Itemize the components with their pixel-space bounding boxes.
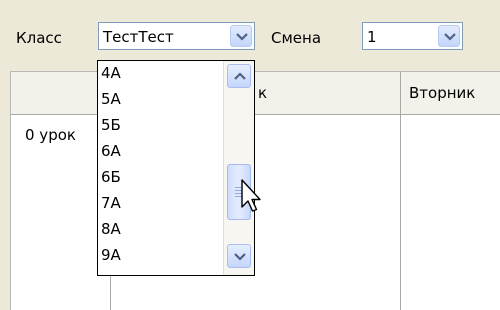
shift-label: Смена <box>271 29 322 47</box>
column-header-tuesday[interactable]: Вторник <box>409 84 475 102</box>
list-item[interactable]: 5А <box>101 90 219 108</box>
list-item[interactable]: 9А <box>101 246 219 264</box>
column-header-monday[interactable]: к <box>258 84 267 102</box>
scroll-up-button[interactable] <box>227 64 251 88</box>
chevron-down-icon <box>234 253 246 261</box>
class-select[interactable]: ТестТест <box>98 22 255 50</box>
list-item[interactable]: 5Б <box>101 116 219 134</box>
chevron-up-icon <box>234 72 246 80</box>
chevron-down-icon <box>236 33 248 41</box>
shift-select-dropdown-button[interactable] <box>438 25 460 47</box>
class-dropdown-list[interactable]: 4А 5А 5Б 6А 6Б 7А 8А 9А <box>97 60 255 276</box>
chevron-down-icon <box>444 33 456 41</box>
class-label: Класс <box>16 29 62 47</box>
mouse-pointer-icon <box>241 179 261 212</box>
grid-column-divider <box>400 72 401 310</box>
shift-select-value: 1 <box>367 28 377 46</box>
class-select-value: ТестТест <box>103 28 174 46</box>
list-item[interactable]: 6А <box>101 142 219 160</box>
dropdown-scrollbar[interactable] <box>223 61 254 275</box>
list-item[interactable]: 6Б <box>101 168 219 186</box>
list-item[interactable]: 7А <box>101 194 219 212</box>
shift-select[interactable]: 1 <box>362 22 463 50</box>
row-header-lesson-0: 0 урок <box>25 126 76 144</box>
list-item[interactable]: 8А <box>101 220 219 238</box>
scroll-down-button[interactable] <box>227 244 251 268</box>
list-item[interactable]: 4А <box>101 64 219 82</box>
class-select-dropdown-button[interactable] <box>230 25 252 47</box>
